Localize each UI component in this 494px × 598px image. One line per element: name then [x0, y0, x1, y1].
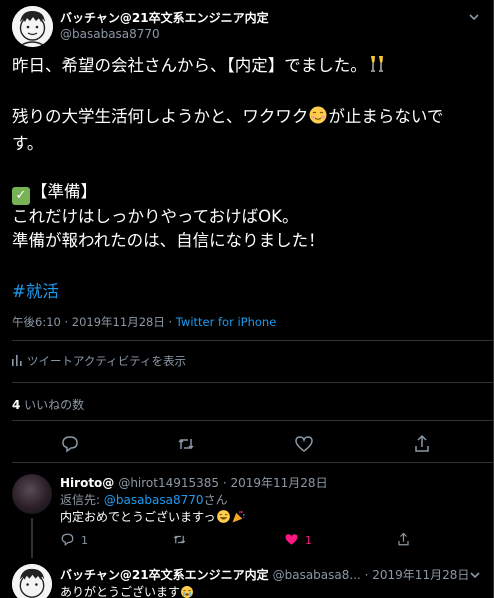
likes-count-link[interactable]: 4 いいねの数: [12, 396, 84, 413]
user-handle[interactable]: @basabasa8...: [273, 568, 361, 582]
tweet-detail-view: バッチャン@21卒文系エンジニア内定 @basabasa8770 昨日、希望の会…: [0, 0, 494, 598]
chevron-down-icon[interactable]: [467, 10, 481, 24]
reply-date[interactable]: · 2019年11月28日: [361, 568, 470, 582]
reply-text: ありがとうございます: [60, 583, 194, 598]
check-mark-icon: ✓: [12, 187, 30, 205]
party-popper-icon: [231, 509, 246, 527]
reply-share-button[interactable]: [396, 532, 417, 550]
share-icon[interactable]: [412, 434, 432, 454]
likes-label: いいねの数: [20, 398, 85, 412]
reply-to: 返信先: @basabasa8770さん: [60, 491, 228, 508]
display-name[interactable]: Hiroto@ @hirot14915385 · 2019年11月28日: [60, 474, 328, 491]
comment-icon[interactable]: [60, 434, 80, 454]
avatar[interactable]: [12, 6, 53, 47]
grinning-face-icon: [216, 509, 231, 527]
reply-like-button[interactable]: 1: [284, 532, 312, 550]
reply-retweet-button[interactable]: [172, 532, 193, 550]
user-handle[interactable]: @hirot14915385: [118, 476, 219, 490]
retweet-icon[interactable]: [176, 434, 196, 454]
hashtag-link[interactable]: #就活: [12, 278, 59, 302]
tweet-meta: 午後6:10 · 2019年11月28日 · Twitter for iPhon…: [12, 314, 276, 330]
activity-label: ツイートアクティビティを表示: [27, 354, 187, 368]
heart-filled-icon: [285, 534, 298, 545]
tweet-actions: [0, 434, 493, 456]
reply-text: 内定おめでとうございますっ: [60, 508, 246, 527]
divider: [12, 420, 493, 421]
divider: [12, 382, 493, 383]
tweet-line: 準備が報われたのは、自信になりました！: [12, 231, 325, 250]
reply-text-content: 内定おめでとうございますっ: [60, 510, 216, 524]
avatar[interactable]: [12, 474, 52, 514]
bar-chart-icon: [12, 355, 22, 366]
reply-date[interactable]: · 2019年11月28日: [219, 476, 328, 490]
like-count: 1: [305, 534, 312, 547]
thread-line: [31, 518, 33, 558]
display-name[interactable]: バッチャン@21卒文系エンジニア内定 @basabasa8... · 2019年1…: [60, 566, 469, 583]
divider: [12, 462, 493, 463]
tweet-line: が止まらないで: [328, 107, 444, 126]
tweet-line: 【準備】: [31, 182, 97, 201]
avatar[interactable]: [12, 564, 52, 598]
user-handle[interactable]: @basabasa8770: [60, 27, 160, 41]
reply-to-suffix: さん: [203, 493, 228, 507]
source-link[interactable]: Twitter for iPhone: [176, 315, 277, 329]
timestamp[interactable]: 午後6:10 · 2019年11月28日 ·: [12, 315, 176, 329]
reply-comment-button[interactable]: 1: [60, 532, 88, 550]
reply-text-content: ありがとうございます: [60, 585, 181, 598]
tweet-line: 昨日、希望の会社さんから、【内定】でました。: [12, 56, 367, 75]
tweet-text: 昨日、希望の会社さんから、【内定】でました。 残りの大学生活何しようかと、ワクワ…: [12, 54, 479, 253]
reply-count: 1: [81, 534, 88, 547]
reply-display-name[interactable]: Hiroto@: [60, 476, 114, 490]
champagne-icon: [367, 54, 387, 81]
tweet-activity-link[interactable]: ツイートアクティビティを表示: [12, 353, 186, 369]
smiling-face-icon: [308, 105, 328, 132]
heart-icon[interactable]: [294, 434, 314, 454]
reply-to-prefix: 返信先:: [60, 493, 104, 507]
reply-to-handle[interactable]: @basabasa8770: [104, 493, 204, 507]
tweet-header: バッチャン@21卒文系エンジニア内定 @basabasa8770: [12, 6, 483, 47]
comment-icon: [61, 533, 74, 546]
reply-display-name[interactable]: バッチャン@21卒文系エンジニア内定: [60, 568, 269, 582]
retweet-icon: [173, 535, 186, 544]
tweet-line: 残りの大学生活何しようかと、ワクワク: [12, 107, 309, 126]
crying-face-icon: [180, 585, 194, 598]
display-name[interactable]: バッチャン@21卒文系エンジニア内定: [60, 9, 269, 26]
divider: [12, 340, 493, 341]
tweet-line: す。: [12, 134, 44, 153]
share-icon: [398, 532, 409, 546]
chevron-down-icon[interactable]: [468, 568, 482, 582]
tweet-line: これだけはしっかりやっておけばOK。: [12, 207, 299, 226]
